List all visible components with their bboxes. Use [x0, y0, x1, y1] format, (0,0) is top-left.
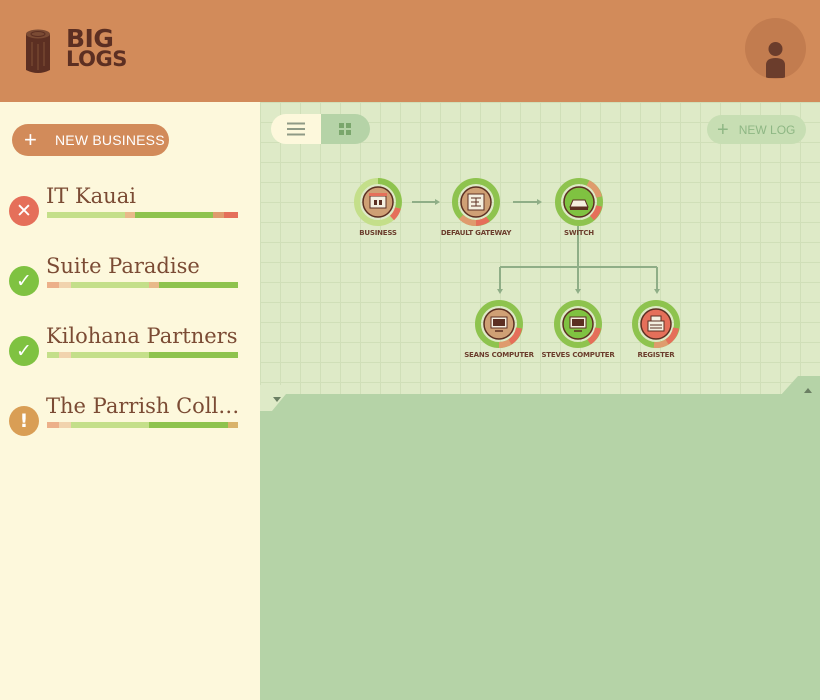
list-icon — [286, 122, 305, 136]
check-icon: ✓ — [9, 336, 39, 366]
node-business[interactable]: BUSINESS — [323, 178, 433, 248]
health-bar — [47, 282, 238, 288]
log-icon — [26, 29, 50, 73]
business-name: Kilohana Partners — [46, 324, 238, 348]
plus-icon: + — [24, 127, 37, 152]
health-bar — [47, 352, 238, 358]
new-business-button[interactable]: + NEW BUSINESS — [12, 124, 169, 156]
avatar[interactable] — [745, 18, 806, 79]
log-panel — [260, 394, 820, 700]
business-item-parrish-collection[interactable]: ! The Parrish Colle... — [0, 392, 260, 448]
switch-icon — [555, 178, 603, 226]
sidebar: + NEW BUSINESS ✕ IT Kauai ✓ Suite Paradi… — [0, 102, 260, 700]
node-switch[interactable]: SWITCH — [524, 178, 634, 248]
business-item-suite-paradise[interactable]: ✓ Suite Paradise — [0, 252, 260, 308]
business-name: IT Kauai — [46, 184, 136, 208]
node-label: SWITCH — [564, 229, 594, 237]
check-icon: ✓ — [9, 266, 39, 296]
health-bar — [47, 212, 238, 218]
collapse-panel-tab[interactable] — [260, 385, 300, 411]
x-icon: ✕ — [9, 196, 39, 226]
business-item-it-kauai[interactable]: ✕ IT Kauai — [0, 182, 260, 238]
plus-icon: + — [717, 118, 729, 141]
user-icon — [766, 42, 785, 78]
grid-icon — [339, 123, 352, 135]
expand-panel-tab[interactable] — [780, 376, 820, 396]
app-header: BIG LOGS — [0, 0, 820, 102]
computer-icon — [475, 300, 523, 348]
business-name: The Parrish Colle... — [46, 394, 246, 418]
node-label: DEFAULT GATEWAY — [440, 229, 512, 237]
node-register[interactable]: REGISTER — [601, 300, 711, 370]
new-log-button[interactable]: + NEW LOG — [707, 115, 806, 144]
list-view-button[interactable] — [271, 114, 321, 144]
logo-line-2: LOGS — [66, 47, 127, 71]
computer-icon — [554, 300, 602, 348]
business-name: Suite Paradise — [46, 254, 200, 278]
register-icon — [632, 300, 680, 348]
logo: BIG LOGS — [66, 24, 127, 71]
new-business-label: NEW BUSINESS — [55, 132, 165, 148]
business-item-kilohana-partners[interactable]: ✓ Kilohana Partners — [0, 322, 260, 378]
new-log-label: NEW LOG — [738, 122, 796, 137]
node-label: REGISTER — [637, 351, 675, 359]
node-default-gateway[interactable]: DEFAULT GATEWAY — [421, 178, 531, 248]
exclamation-icon: ! — [9, 406, 39, 436]
grid-view-button[interactable] — [320, 114, 370, 144]
router-icon — [452, 178, 500, 226]
node-label: BUSINESS — [359, 229, 397, 237]
store-icon — [354, 178, 402, 226]
health-bar — [47, 422, 238, 428]
logo-line-1: BIG — [66, 24, 114, 53]
view-toggle — [271, 114, 370, 144]
